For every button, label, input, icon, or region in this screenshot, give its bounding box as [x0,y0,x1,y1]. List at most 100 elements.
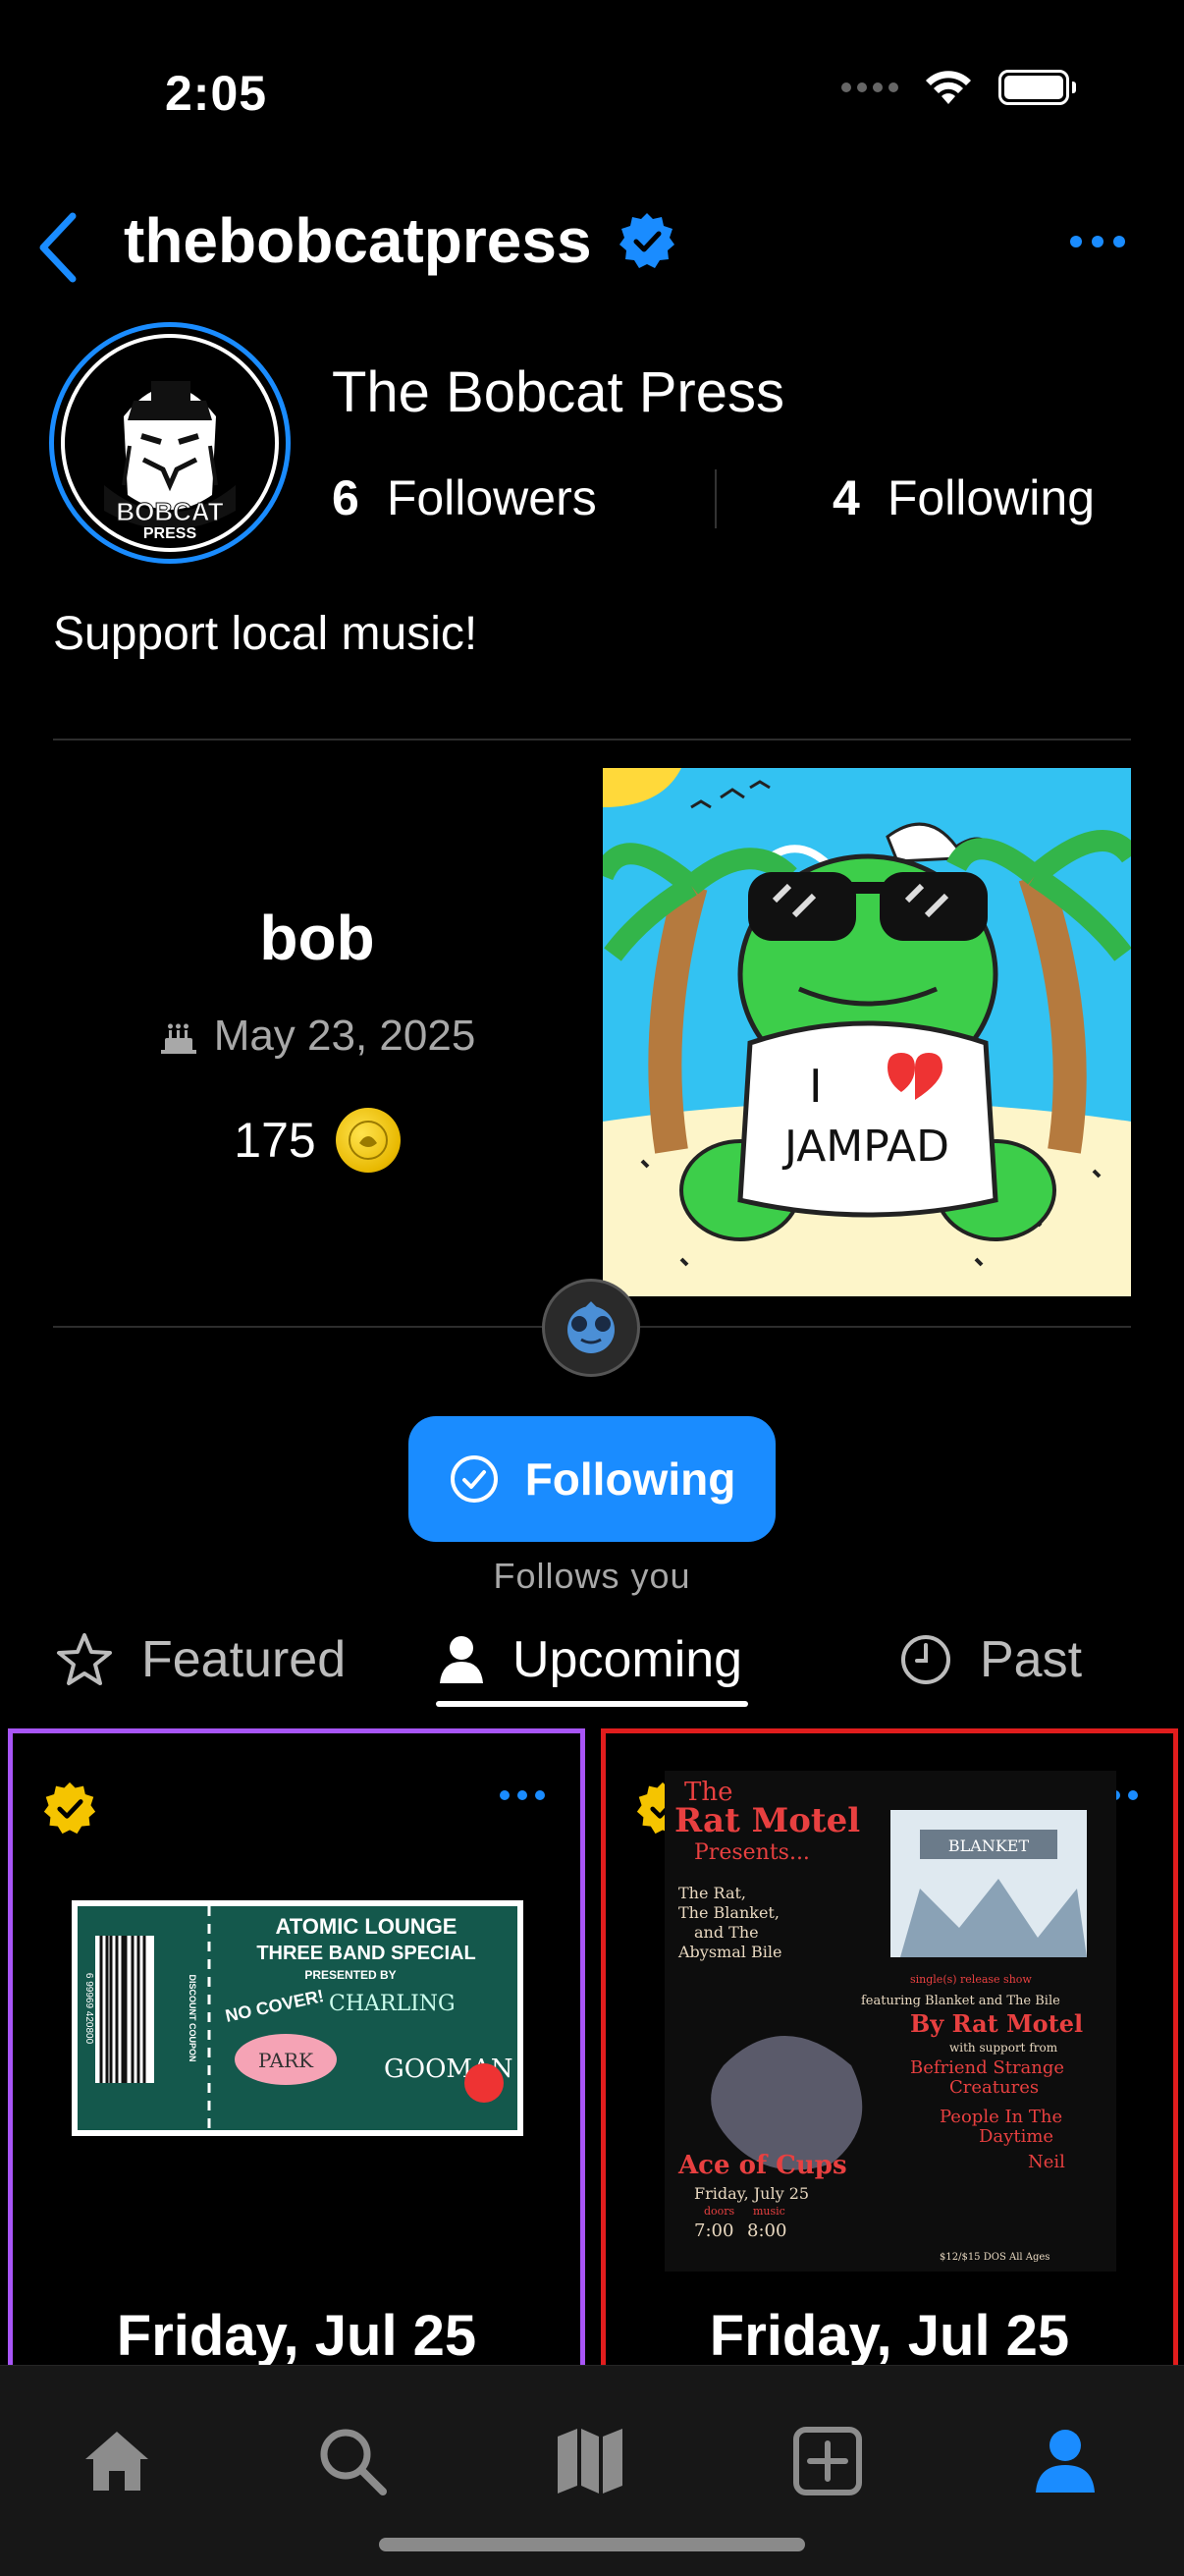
stats-divider [715,469,717,528]
svg-text:PRESENTED BY: PRESENTED BY [304,1968,396,1982]
following-button-label: Following [524,1453,736,1505]
svg-text:with support from: with support from [949,2041,1058,2055]
chevron-left-icon [39,212,77,283]
svg-text:Abysmal Bile: Abysmal Bile [677,1943,781,1961]
card-date-text: May 23, 2025 [213,1012,476,1060]
home-icon [85,2432,148,2491]
frog-badge[interactable] [542,1279,640,1377]
svg-text:8:00: 8:00 [747,2220,786,2241]
tab-featured-label: Featured [141,1631,347,1688]
post-card-atomic-lounge[interactable]: 6 99969 420800 DISCOUNT COUPON ATOMIC LO… [8,1728,585,2377]
svg-text:Friday, July 25: Friday, July 25 [694,2184,809,2203]
svg-text:BOBCAT: BOBCAT [116,497,223,526]
divider-left [53,1326,542,1328]
post-card-rat-motel[interactable]: BLANKET The Rat Motel Presents... The Ra… [601,1728,1178,2377]
svg-text:Presents...: Presents... [694,1840,810,1865]
svg-text:PRESS: PRESS [143,525,197,542]
tab-profile[interactable] [1021,2417,1109,2505]
tab-featured[interactable]: Featured [55,1630,346,1689]
map-icon [558,2429,622,2494]
cake-icon [160,1023,196,1054]
following-count: 4 [833,470,860,525]
tab-home[interactable] [73,2417,161,2505]
follows-you-label: Follows you [493,1556,691,1596]
svg-text:Daytime: Daytime [979,2126,1053,2147]
wifi-icon [926,71,971,104]
active-tab-indicator [436,1701,748,1707]
display-name: The Bobcat Press [332,360,784,424]
post-date: Friday, Jul 25 [116,2304,477,2368]
frog-card-image[interactable]: I JAMPAD [603,768,1131,1296]
followers-stat[interactable]: 6 Followers [332,469,597,526]
star-icon [57,1633,112,1685]
tab-add-post[interactable] [783,2417,872,2505]
back-button[interactable] [35,210,81,290]
svg-text:DISCOUNT COUPON: DISCOUNT COUPON [188,1974,197,2061]
card-name: bob [259,903,375,973]
tab-map[interactable] [546,2417,634,2505]
add-post-icon [793,2427,862,2495]
status-time: 2:05 [165,66,268,121]
svg-text:THREE BAND SPECIAL: THREE BAND SPECIAL [256,1943,475,1964]
svg-text:Befriend Strange: Befriend Strange [910,2057,1064,2078]
clock-icon [901,1635,950,1684]
person-icon [440,1636,483,1683]
svg-text:PARK: PARK [258,2049,314,2072]
svg-text:JAMPAD: JAMPAD [781,1122,949,1172]
frog-face-icon [567,1301,615,1353]
svg-text:music: music [753,2205,785,2218]
svg-text:The Blanket,: The Blanket, [678,1903,780,1922]
followers-count: 6 [332,470,359,525]
avatar[interactable]: THE BOBCAT PRESS [49,322,291,564]
more-options-button[interactable] [1070,236,1125,247]
search-icon [320,2429,387,2495]
card-points: 175 [0,1108,634,1173]
svg-text:6 99969 420800: 6 99969 420800 [83,1973,94,2045]
tab-past[interactable]: Past [899,1630,1082,1689]
verified-badge-icon [43,1781,96,1835]
signal-icon [841,82,898,92]
following-label: Following [887,470,1096,525]
checkmark-circle-icon [450,1455,498,1503]
followers-label: Followers [386,470,597,525]
svg-text:Neil: Neil [1028,2152,1065,2172]
rat-motel-flyer: BLANKET The Rat Motel Presents... The Ra… [665,1771,1116,2272]
atomic-lounge-flyer: 6 99969 420800 DISCOUNT COUPON ATOMIC LO… [72,1900,523,2136]
svg-text:7:00: 7:00 [694,2220,733,2241]
status-icons [841,69,1076,106]
svg-text:doors: doors [704,2205,735,2218]
bobcat-logo: THE BOBCAT PRESS [61,334,279,552]
following-stat[interactable]: 4 Following [833,469,1095,526]
username-label: thebobcatpress [124,205,592,276]
svg-text:People In The: People In The [940,2107,1062,2127]
svg-text:ATOMIC LOUNGE: ATOMIC LOUNGE [276,1914,457,1939]
svg-text:$12/$15 DOS All Ages: $12/$15 DOS All Ages [940,2252,1049,2263]
tab-upcoming-label: Upcoming [512,1631,743,1688]
svg-text:single(s) release show: single(s) release show [910,1973,1032,1986]
svg-text:and The: and The [694,1923,759,1942]
tab-search[interactable] [308,2417,397,2505]
tab-past-label: Past [980,1631,1083,1688]
svg-text:Rat Motel: Rat Motel [674,1801,860,1840]
header-username: thebobcatpress [124,204,676,277]
post-more-button[interactable] [500,1790,545,1800]
more-icon [1070,236,1082,247]
coin-icon [335,1108,401,1173]
svg-text:I: I [809,1060,823,1113]
more-icon [500,1790,510,1800]
svg-text:BLANKET: BLANKET [948,1836,1030,1855]
svg-text:Ace of Cups: Ace of Cups [677,2151,847,2180]
tab-upcoming[interactable]: Upcoming [438,1630,742,1689]
divider-right [640,1326,1131,1328]
points-value: 175 [234,1113,316,1168]
divider [53,739,1131,740]
svg-text:By Rat Motel: By Rat Motel [910,2009,1083,2038]
following-button[interactable]: Following [408,1416,776,1542]
svg-text:Creatures: Creatures [949,2077,1039,2098]
battery-icon [998,70,1076,105]
card-date: May 23, 2025 [0,1012,634,1061]
svg-text:featuring Blanket and The Bile: featuring Blanket and The Bile [861,1994,1060,2008]
profile-icon [1036,2430,1095,2493]
svg-text:CHARLING: CHARLING [329,1992,456,2016]
svg-text:The Rat,: The Rat, [678,1884,746,1902]
